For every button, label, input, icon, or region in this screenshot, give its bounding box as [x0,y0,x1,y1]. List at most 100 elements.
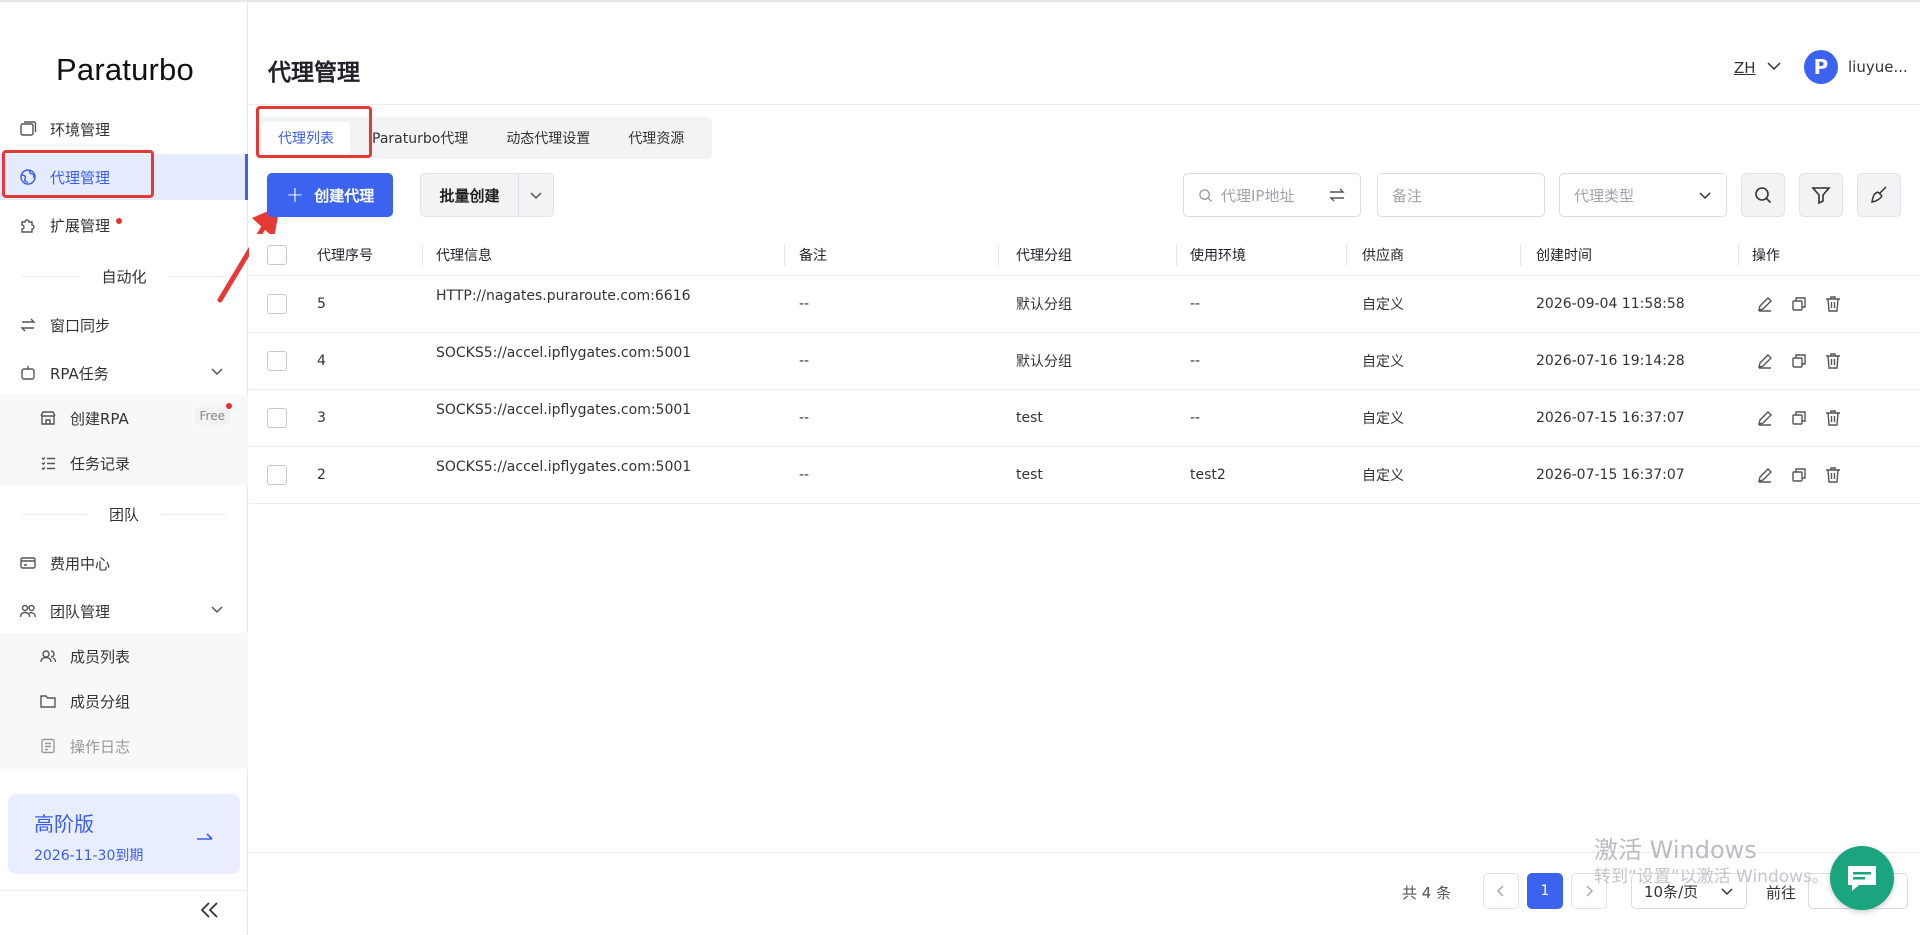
batch-create-button[interactable]: 批量创建 [420,173,554,217]
cell-created-time: 2026-09-04 11:58:58 [1536,296,1685,312]
delete-icon[interactable] [1824,352,1842,370]
plan-title: 高阶版 [34,812,94,836]
chevron-down-icon[interactable] [210,602,224,620]
delete-icon[interactable] [1824,409,1842,427]
edit-icon[interactable] [1756,409,1774,427]
language-label: ZH [1734,59,1756,77]
language-selector[interactable]: ZH [1734,58,1782,78]
header-proxy-info[interactable]: 代理信息 [436,234,492,275]
header-created-time[interactable]: 创建时间 [1536,234,1592,275]
chevron-down-icon[interactable] [210,364,224,382]
search-button[interactable] [1741,173,1785,217]
cell-proxy-group: 默认分组 [1016,297,1072,313]
row-checkbox[interactable] [267,390,287,446]
sidebar-item-rpa-tasks[interactable]: RPA任务 [0,350,248,396]
avatar[interactable]: P [1804,50,1838,84]
proxy-ip-placeholder: 代理IP地址 [1221,186,1295,205]
sidebar: Paraturbo 环境管理 代理管理 扩展管理 自动化 窗口同步 RPA任务 [0,2,248,935]
copy-icon[interactable] [1790,352,1808,370]
sidebar-item-billing[interactable]: 费用中心 [0,540,248,586]
select-all-checkbox[interactable] [267,234,287,275]
edit-icon[interactable] [1756,352,1774,370]
edit-icon[interactable] [1756,466,1774,484]
tab-proxy-list[interactable]: 代理列表 [262,122,350,154]
table-row[interactable]: 3 SOCKS5://accel.ipflygates.com:5001 -- … [249,390,1920,447]
folder-icon [38,691,58,711]
chevron-down-icon[interactable] [519,188,553,202]
cell-note: -- [799,296,810,312]
logo-text: Paraturbo [56,52,194,87]
section-title-team: 团队 [0,502,248,526]
edit-icon[interactable] [1756,295,1774,313]
table-row[interactable]: 4 SOCKS5://accel.ipflygates.com:5001 -- … [249,333,1920,390]
logo[interactable]: Paraturbo [56,52,194,88]
swap-icon[interactable] [1328,187,1346,203]
sidebar-item-label: 成员分组 [70,692,131,711]
sidebar-item-proxies[interactable]: 代理管理 [0,154,248,200]
header-vendor[interactable]: 供应商 [1362,234,1404,275]
cell-proxy-info: SOCKS5://accel.ipflygates.com:5001 [436,402,692,418]
sidebar-item-label: 代理管理 [50,168,111,187]
page-title: 代理管理 [268,60,360,86]
copy-icon[interactable] [1790,466,1808,484]
cell-proxy-info: HTTP://nagates.puraroute.com:6616 [436,288,691,304]
sidebar-item-label: 窗口同步 [50,316,111,335]
tab-paraturbo-proxy[interactable]: Paraturbo代理 [356,122,484,154]
sidebar-item-operation-log[interactable]: 操作日志 [0,723,248,769]
create-proxy-label: 创建代理 [314,186,375,205]
note-input[interactable]: 备注 [1377,173,1545,217]
collapse-sidebar-icon[interactable] [200,900,220,925]
cell-proxy-group: 默认分组 [1016,354,1072,370]
header-proxy-group[interactable]: 代理分组 [1016,234,1072,275]
table-row[interactable]: 5 HTTP://nagates.puraroute.com:6616 -- 默… [249,276,1920,333]
sidebar-item-member-groups[interactable]: 成员分组 [0,678,248,724]
sidebar-item-environments[interactable]: 环境管理 [0,106,248,152]
prev-page-button[interactable] [1483,873,1519,909]
copy-icon[interactable] [1790,295,1808,313]
proxy-ip-search-input[interactable]: 代理IP地址 [1183,173,1361,217]
clear-button[interactable] [1857,173,1901,217]
sidebar-item-label: 费用中心 [50,554,111,573]
header-proxy-id[interactable]: 代理序号 [317,234,373,275]
chat-support-button[interactable] [1830,846,1894,910]
sidebar-item-create-rpa[interactable]: 创建RPA Free [0,395,248,441]
robot-icon [18,363,38,383]
header-note[interactable]: 备注 [799,234,827,275]
row-checkbox[interactable] [267,333,287,389]
sidebar-item-team-management[interactable]: 团队管理 [0,588,248,634]
cell-created-time: 2026-07-16 19:14:28 [1536,353,1685,369]
sidebar-item-label: 创建RPA [70,409,129,428]
plan-expiry: 2026-11-30到期 [34,848,144,864]
tab-dynamic-proxy-settings[interactable]: 动态代理设置 [490,122,606,154]
copy-icon[interactable] [1790,409,1808,427]
globe-icon [18,167,38,187]
header-actions: 操作 [1752,247,1780,264]
delete-icon[interactable] [1824,295,1842,313]
table-header: 代理序号 代理信息 备注 代理分组 使用环境 供应商 创建时间 操作 [249,234,1920,276]
cell-vendor: 自定义 [1362,297,1404,313]
batch-create-label[interactable]: 批量创建 [421,174,519,216]
page-button-current[interactable]: 1 [1527,873,1563,909]
row-actions [1756,447,1842,503]
cell-vendor: 自定义 [1362,468,1404,484]
proxy-type-placeholder: 代理类型 [1574,186,1635,205]
free-badge: Free [194,407,230,425]
plan-card[interactable]: 高阶版 2026-11-30到期 [8,794,240,874]
cell-proxy-info: SOCKS5://accel.ipflygates.com:5001 [436,459,692,475]
delete-icon[interactable] [1824,466,1842,484]
create-proxy-button[interactable]: + 创建代理 [267,173,393,217]
sidebar-item-task-records[interactable]: 任务记录 [0,440,248,486]
row-checkbox[interactable] [267,447,287,503]
cell-proxy-info: SOCKS5://accel.ipflygates.com:5001 [436,345,692,361]
sidebar-item-member-list[interactable]: 成员列表 [0,633,248,679]
cell-note: -- [799,467,810,483]
cell-environment: -- [1190,410,1201,426]
header-environment[interactable]: 使用环境 [1190,234,1246,275]
username[interactable]: liuyue... [1848,58,1908,76]
filter-button[interactable] [1799,173,1843,217]
tab-proxy-resources[interactable]: 代理资源 [612,122,700,154]
wallet-icon [18,553,38,573]
proxy-type-select[interactable]: 代理类型 [1559,173,1727,217]
row-checkbox[interactable] [267,276,287,332]
table-row[interactable]: 2 SOCKS5://accel.ipflygates.com:5001 -- … [249,447,1920,504]
